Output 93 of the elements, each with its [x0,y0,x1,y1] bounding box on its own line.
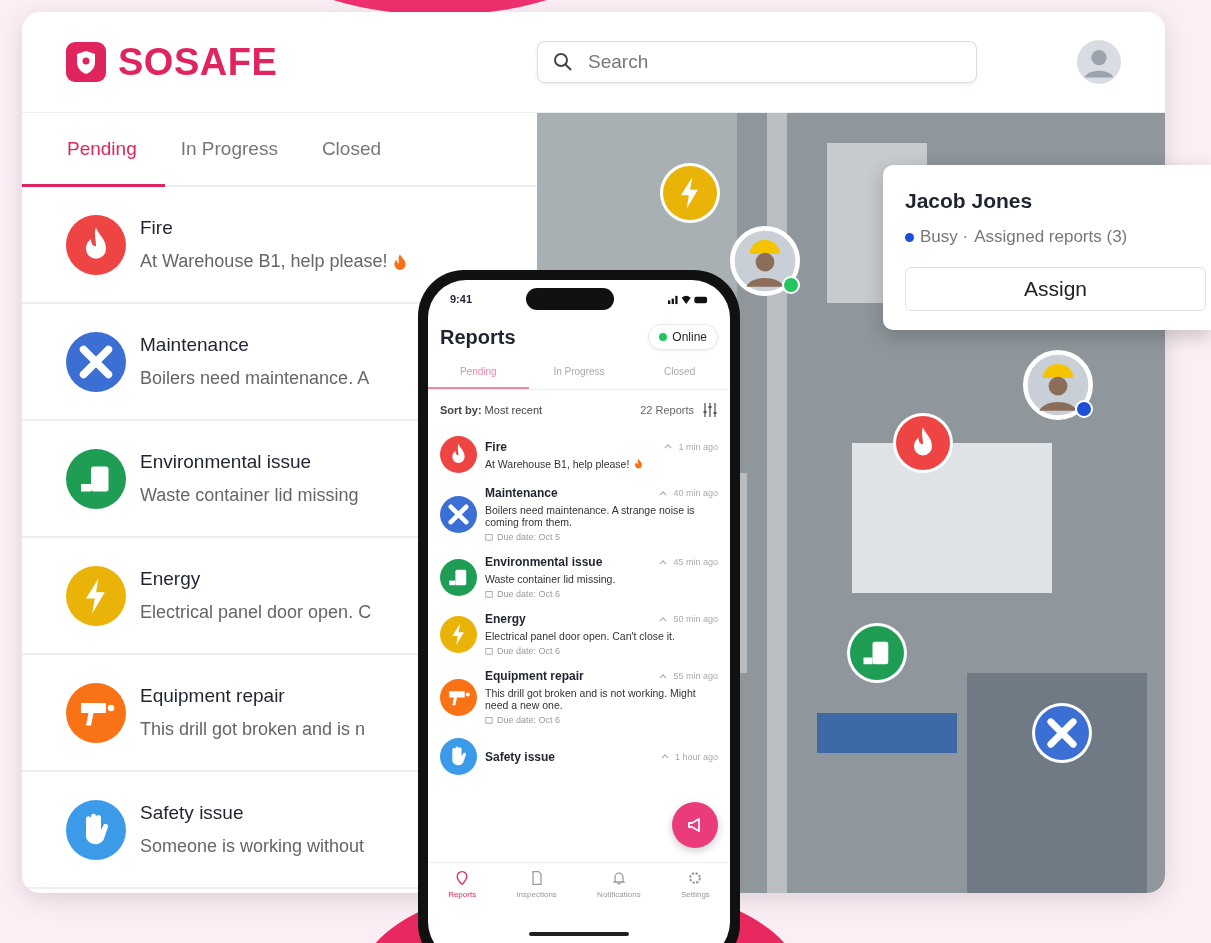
calendar-icon [485,716,493,724]
due-date: Due date: Oct 6 [497,589,561,599]
drill-category-icon [66,682,126,743]
search-icon [553,52,573,72]
report-title: Environmental issue [140,451,313,473]
bin-category-icon [66,448,126,509]
priority-chevron-icon [664,444,673,449]
report-list-item[interactable]: Maintenance 40 min ago Boilers need maintenance. A strange noise is coming from them. Due date: Oct 5 [440,486,718,542]
bin-category-icon [850,626,904,680]
worker-name: Jacob Jones [905,189,1034,213]
nav-tab[interactable]: Inspections [510,869,563,922]
priority-chevron-icon [659,559,668,565]
nav-tab[interactable]: Reports [442,869,483,922]
tools-category-icon [1035,706,1089,760]
report-description: Waste container lid missing [140,485,359,506]
bell-icon [610,870,627,886]
bolt-category-icon [440,615,477,653]
filter-sliders-icon[interactable] [702,402,718,418]
report-title: Equipment repair [140,685,286,707]
tab[interactable]: Pending [22,113,165,187]
sort-label[interactable]: Sort by: Most recent [440,404,633,416]
report-title: Safety issue [485,749,557,764]
report-description: At Warehouse B1, help please! [485,457,630,470]
signal-wifi-battery-icon [668,293,708,305]
user-avatar[interactable] [1077,40,1121,84]
drill-category-icon [440,678,477,716]
nav-tab[interactable]: Notifications [591,869,647,922]
report-title: Maintenance [485,486,559,500]
report-time: 1 hour ago [674,751,718,762]
report-description: Boilers need maintenance. A strange noise is coming from them. [485,504,696,528]
tools-category-icon [66,331,126,392]
report-title: Equipment repair [485,669,585,683]
due-date: Due date: Oct 6 [497,646,561,656]
report-list-item[interactable]: Energy 50 min ago Electrical panel door open. Can't close it. Due date: Oct 6 [440,612,718,656]
nav-tab[interactable]: Settings [674,869,716,922]
priority-chevron-icon [660,754,669,759]
hand-category-icon [440,738,477,775]
status-time: 9:41 [450,293,473,305]
report-title: Energy [485,612,527,626]
report-description: Someone is working without [140,836,365,857]
report-description: Boilers need maintenance. A [140,368,370,389]
report-time: 50 min ago [673,614,718,624]
due-date: Due date: Oct 6 [497,715,561,725]
assigned-count: Assigned reports (3) [974,227,1128,247]
assign-button[interactable]: Assign [905,267,1206,311]
shield-logo-icon [66,42,106,82]
tab[interactable]: Closed [305,113,410,187]
flame-category-icon [896,416,950,470]
screen-title: Reports [440,325,516,349]
report-list-item[interactable]: Safety issue 1 hour ago [440,738,718,775]
settings-icon [687,870,704,886]
brand-name: SOSAFE [118,40,278,84]
report-title: Maintenance [140,334,250,356]
search-field[interactable]: Search [537,41,977,83]
bolt-category-icon [663,166,717,220]
tools-category-icon [440,495,477,533]
report-list-item[interactable]: Fire 1 min ago At Warehouse B1, help please! [440,436,718,473]
report-count: 22 Reports [640,404,694,416]
hand-category-icon [66,799,126,860]
report-title: Safety issue [140,802,245,824]
report-time: 40 min ago [673,488,718,498]
report-list-item[interactable]: Environmental issue 45 min ago Waste container lid missing. Due date: Oct 6 [440,555,718,599]
report-description: Electrical panel door open. Can't close it. [485,630,675,642]
report-title: Fire [485,439,508,454]
tab[interactable]: In Progress [528,360,630,389]
priority-chevron-icon [659,490,668,496]
flame-category-icon [66,214,126,275]
report-time: 55 min ago [673,671,718,681]
report-title: Fire [140,217,174,239]
status-label: Busy · [920,227,969,247]
report-description: Waste container lid missing. [485,573,616,585]
flame-category-icon [440,436,477,473]
report-description: Electrical panel door open. C [140,602,372,623]
priority-chevron-icon [659,616,668,622]
tab[interactable]: Closed [629,360,730,389]
due-date: Due date: Oct 5 [497,532,561,542]
report-description: This drill got broken and is n [140,719,366,740]
megaphone-button[interactable] [672,802,718,848]
calendar-icon [485,647,493,655]
report-description: At Warehouse B1, help please! [140,251,388,272]
tab[interactable]: In Progress [164,113,306,187]
report-title: Energy [140,568,202,590]
bolt-category-icon [66,565,126,626]
calendar-icon [485,533,493,541]
report-time: 45 min ago [673,557,718,567]
tab[interactable]: Pending [428,360,529,389]
report-list-item[interactable]: Equipment repair 55 min ago This drill got broken and is not working. Might need a new one. Due date: Oct 6 [440,669,718,725]
report-description: This drill got broken and is not working. Might need a new one. [485,687,697,711]
report-title: Environmental issue [485,555,604,569]
calendar-icon [485,590,493,598]
report-time: 1 min ago [678,441,718,452]
bin-category-icon [440,558,477,596]
priority-chevron-icon [659,673,668,679]
